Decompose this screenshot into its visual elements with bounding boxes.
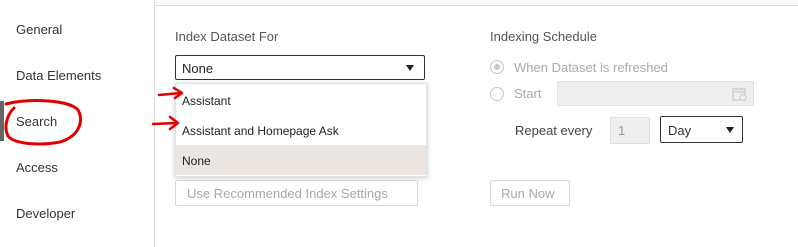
chevron-down-icon [726, 127, 734, 133]
sidebar-item-general[interactable]: General [16, 22, 62, 38]
repeat-interval-value: 1 [618, 123, 626, 138]
dropdown-option-none[interactable]: None [176, 145, 426, 175]
index-dataset-dropdown: Assistant Assistant and Homepage Ask Non… [175, 83, 427, 177]
start-date-input[interactable] [557, 81, 754, 106]
repeat-unit-value: Day [668, 123, 692, 138]
run-now-button[interactable]: Run Now [490, 180, 570, 206]
dropdown-option-assistant-homepage-ask[interactable]: Assistant and Homepage Ask [176, 115, 426, 145]
option-label: Assistant [182, 94, 231, 108]
indexing-schedule-heading: Indexing Schedule [490, 29, 597, 44]
index-dataset-selected-value: None [182, 61, 214, 76]
radio-start-label: Start [514, 86, 542, 101]
option-label: Assistant and Homepage Ask [182, 124, 339, 138]
repeat-every-label: Repeat every [515, 123, 593, 138]
repeat-interval-input[interactable]: 1 [610, 117, 650, 144]
button-label: Use Recommended Index Settings [187, 186, 388, 201]
sidebar-item-search[interactable]: Search [16, 114, 57, 130]
radio-when-refreshed[interactable] [490, 60, 504, 74]
sidebar-active-indicator [0, 101, 4, 141]
dropdown-option-assistant[interactable]: Assistant [176, 85, 426, 115]
button-label: Run Now [501, 186, 555, 201]
top-divider [155, 0, 798, 6]
index-dataset-select[interactable]: None [175, 55, 425, 80]
calendar-icon[interactable] [732, 87, 747, 101]
option-label: None [182, 154, 211, 168]
sidebar-item-developer[interactable]: Developer [16, 206, 75, 222]
use-recommended-settings-button[interactable]: Use Recommended Index Settings [175, 180, 418, 206]
sidebar-item-access[interactable]: Access [16, 160, 58, 176]
settings-sidebar: General Data Elements Search Access Deve… [0, 0, 155, 247]
radio-when-refreshed-label: When Dataset is refreshed [514, 60, 668, 75]
repeat-unit-select[interactable]: Day [660, 116, 743, 143]
index-dataset-heading: Index Dataset For [175, 29, 279, 44]
sidebar-item-data-elements[interactable]: Data Elements [16, 68, 101, 84]
radio-start[interactable] [490, 87, 504, 101]
chevron-down-icon [406, 65, 414, 71]
